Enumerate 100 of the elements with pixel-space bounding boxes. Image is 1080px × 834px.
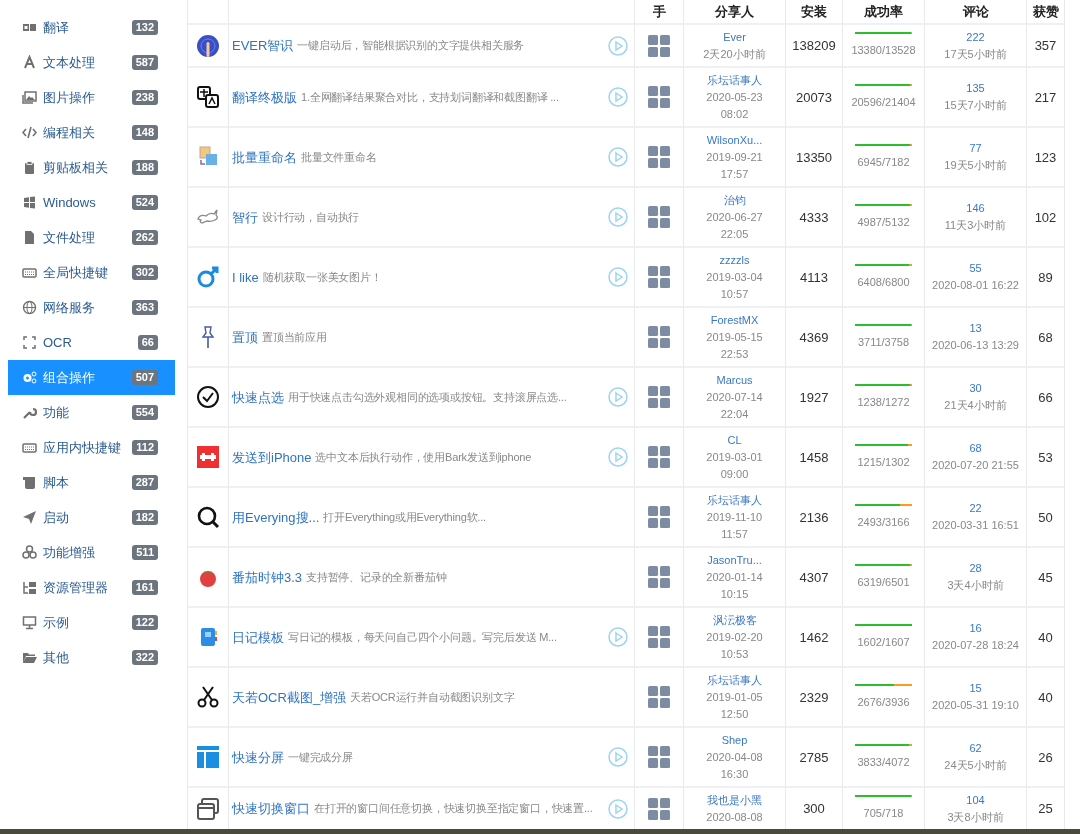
app-name[interactable]: 批量重命名 [232, 148, 297, 166]
app-name[interactable]: 日记模板 [232, 628, 284, 646]
app-name[interactable]: 天若OCR截图_增强 [232, 688, 347, 706]
sidebar-item[interactable]: 文件处理 262 [8, 220, 175, 255]
app-name[interactable]: 用Everying搜... [232, 508, 320, 526]
comment-count[interactable]: 22 [969, 500, 982, 517]
sidebar-item[interactable]: 剪贴板相关 188 [8, 150, 175, 185]
sidebar-item[interactable]: 图片操作 238 [8, 80, 175, 115]
grid-icon[interactable] [648, 266, 670, 288]
count-badge: 161 [131, 580, 158, 595]
sidebar-item[interactable]: 应用内快捷键 112 [8, 430, 175, 465]
grid-icon[interactable] [648, 746, 670, 768]
app-name[interactable]: 快速切换窗口 [232, 800, 310, 817]
sidebar-item[interactable]: 功能增强 511 [8, 535, 175, 570]
finger-circle-icon [196, 33, 220, 58]
owner-name[interactable]: CL [727, 431, 742, 449]
share-time: 09:00 [720, 466, 749, 482]
sidebar-item[interactable]: 功能 554 [8, 395, 175, 430]
owner-name[interactable]: zzzzls [719, 251, 750, 269]
owner-name[interactable]: Marcus [716, 371, 753, 389]
app-name[interactable]: 快速分屏 [232, 748, 284, 766]
sidebar-item[interactable]: 示例 122 [8, 605, 175, 640]
grid-icon[interactable] [648, 626, 670, 648]
sidebar-item[interactable]: 启动 182 [8, 500, 175, 535]
comment-count[interactable]: 77 [969, 140, 982, 157]
grid-icon[interactable] [648, 566, 670, 588]
owner-name[interactable]: 乐坛话事人 [707, 491, 762, 509]
sidebar-item[interactable]: 资源管理器 161 [8, 570, 175, 605]
app-name[interactable]: 置顶 [232, 328, 258, 346]
grid-icon[interactable] [648, 146, 670, 168]
comment-count[interactable]: 68 [969, 440, 982, 457]
sidebar-item[interactable]: 脚本 287 [8, 465, 175, 500]
owner-name[interactable]: 治钧 [723, 191, 746, 209]
like-count: 217 [1034, 88, 1057, 106]
scroll-icon [22, 475, 37, 490]
sidebar-item[interactable]: 全局快捷键 302 [8, 255, 175, 290]
owner-name[interactable]: ForestMX [710, 311, 759, 329]
app-name[interactable]: I like [232, 268, 259, 286]
sidebar-item[interactable]: 翻译 132 [8, 10, 175, 45]
comment-count[interactable]: 146 [966, 200, 985, 217]
grid-icon[interactable] [648, 326, 670, 348]
comment-time: 2020-06-13 13:29 [932, 338, 1019, 353]
like-count: 66 [1038, 388, 1053, 406]
share-time: 2019-02-20 [706, 629, 763, 645]
comment-count[interactable]: 28 [969, 560, 982, 577]
sidebar-item[interactable]: 文本处理 587 [8, 45, 175, 80]
app-name[interactable]: 番茄时钟3.3 [232, 568, 303, 586]
grid-icon[interactable] [648, 34, 670, 57]
comment-time: 2020-05-31 19:10 [932, 698, 1019, 713]
owner-name[interactable]: Shep [721, 731, 748, 749]
comment-count[interactable]: 15 [969, 680, 982, 697]
comment-count[interactable]: 55 [969, 260, 982, 277]
like-count: 53 [1038, 448, 1053, 466]
app-name[interactable]: 翻译终极版 [232, 88, 297, 106]
wrench-icon [22, 405, 37, 420]
comment-time: 21天4小时前 [944, 398, 1007, 413]
windows-icon [22, 195, 37, 210]
owner-name[interactable]: 我也是小黑 [707, 791, 762, 809]
comment-count[interactable]: 104 [966, 791, 985, 809]
sidebar-item[interactable]: 编程相关 148 [8, 115, 175, 150]
comment-time: 19天5小时前 [944, 158, 1007, 173]
grid-icon[interactable] [648, 86, 670, 108]
sidebar-item[interactable]: 其他 322 [8, 640, 175, 675]
sidebar-item[interactable]: OCR 66 [8, 325, 175, 360]
count-badge: 182 [131, 510, 158, 525]
comment-count[interactable]: 16 [969, 620, 982, 637]
comment-count[interactable]: 135 [966, 80, 985, 97]
grid-icon[interactable] [648, 686, 670, 708]
comment-time: 2020-03-31 16:51 [932, 518, 1019, 533]
app-name[interactable]: 智行 [232, 208, 258, 226]
grid-icon[interactable] [648, 206, 670, 228]
male-symbol-icon [196, 265, 220, 289]
count-badge: 511 [132, 545, 158, 560]
count-badge: 287 [131, 475, 158, 490]
sidebar-item[interactable]: Windows 524 [8, 185, 175, 220]
folder-icon [22, 650, 37, 665]
category-label: 功能 [43, 403, 70, 422]
owner-name[interactable]: 乐坛话事人 [707, 671, 762, 689]
comment-count[interactable]: 222 [966, 28, 985, 46]
app-name[interactable]: 快速点选 [232, 388, 284, 406]
count-badge: 122 [131, 615, 158, 630]
owner-name[interactable]: Ever [723, 28, 746, 46]
grid-icon[interactable] [648, 386, 670, 408]
share-time: 2020-07-14 [706, 389, 763, 405]
owner-name[interactable]: WilsonXu... [706, 131, 763, 149]
share-time: 10:57 [720, 286, 749, 302]
owner-name[interactable]: 沨沄极客 [712, 611, 757, 629]
sidebar-item[interactable]: 网络服务 363 [8, 290, 175, 325]
comment-count[interactable]: 30 [969, 380, 982, 397]
grid-icon[interactable] [648, 797, 670, 820]
comment-count[interactable]: 13 [969, 320, 982, 337]
grid-icon[interactable] [648, 446, 670, 468]
owner-name[interactable]: 乐坛话事人 [707, 71, 762, 89]
scissors-icon [196, 685, 220, 709]
sidebar-item[interactable]: 组合操作 507 [8, 360, 175, 395]
comment-count[interactable]: 62 [969, 740, 982, 757]
app-name[interactable]: 发送到iPhone [232, 448, 312, 466]
owner-name[interactable]: JasonTru... [707, 551, 762, 569]
grid-icon[interactable] [648, 506, 670, 528]
app-name[interactable]: EVER智识 [232, 37, 294, 54]
